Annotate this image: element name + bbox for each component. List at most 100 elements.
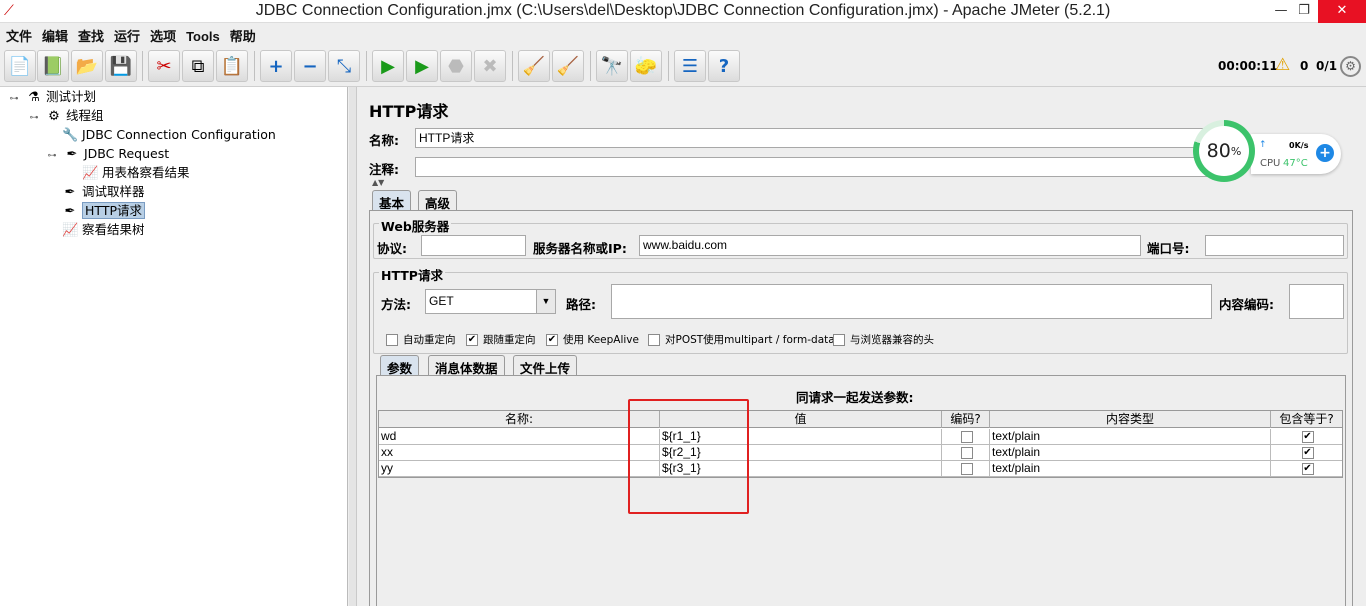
tree-node-http-request[interactable]: ✒ HTTP请求 [62, 202, 145, 220]
toggle-icon[interactable]: ⤡ [328, 50, 360, 82]
expand-icon[interactable]: + [260, 50, 292, 82]
cut-icon[interactable]: ✂ [148, 50, 180, 82]
checkbox-box[interactable] [833, 334, 845, 346]
cpu-temp: 47°C [1283, 158, 1308, 169]
start-icon[interactable]: ▶ [372, 50, 404, 82]
protocol-field[interactable] [421, 235, 526, 256]
encode-cell[interactable] [942, 461, 990, 477]
checkbox-box[interactable] [386, 334, 398, 346]
tree-node-test-plan[interactable]: ⊶ ⚗ 测试计划 [6, 88, 97, 106]
wrench-icon: 🔧 [62, 128, 79, 143]
follow-redirect-checkbox[interactable]: ✔ 跟随重定向 [466, 332, 536, 347]
encode-cell[interactable] [942, 445, 990, 461]
chevron-down-icon[interactable]: ▼ [536, 290, 555, 313]
tree-node-results-tree[interactable]: 📈 察看结果树 [62, 221, 145, 239]
encode-checkbox[interactable] [960, 446, 973, 459]
column-header-name[interactable]: 名称: [379, 411, 660, 428]
help-icon[interactable]: ? [708, 50, 740, 82]
menu-run[interactable]: 运行 [108, 23, 144, 45]
clear-all-icon[interactable]: 🧹 [552, 50, 584, 82]
include-equals-checkbox[interactable]: ✔ [1301, 446, 1314, 459]
menu-tools[interactable]: Tools [180, 26, 224, 44]
templates-icon[interactable]: 📗 [37, 50, 69, 82]
menu-search[interactable]: 查找 [72, 23, 108, 45]
pipette-icon: ✒ [64, 185, 76, 200]
collapse-arrows-icon[interactable]: ▲▼ [372, 178, 384, 187]
system-monitor-widget[interactable]: ↑ 0K/s CPU 47°C + 80% [1193, 120, 1341, 182]
keepalive-checkbox[interactable]: ✔ 使用 KeepAlive [546, 332, 639, 347]
tab-parameters[interactable]: 参数 [380, 355, 420, 376]
encode-cell[interactable] [942, 429, 990, 445]
multipart-checkbox[interactable]: 对POST使用multipart / form-data [648, 332, 835, 347]
name-label: 名称: [369, 133, 399, 148]
menu-file[interactable]: 文件 [0, 23, 36, 45]
function-helper-icon[interactable]: ☰ [674, 50, 706, 82]
close-button[interactable]: ✕ [1318, 0, 1366, 23]
checkbox-box[interactable] [648, 334, 660, 346]
menu-options[interactable]: 选项 [144, 23, 180, 45]
content-type-cell[interactable]: text/plain [990, 445, 1271, 461]
start-no-pauses-icon[interactable]: ▶ [406, 50, 438, 82]
tab-body-data[interactable]: 消息体数据 [428, 355, 505, 376]
table-row[interactable]: yy ${r3_1} text/plain ✔ [379, 461, 1342, 477]
paste-icon[interactable]: 📋 [216, 50, 248, 82]
monitor-pill: ↑ 0K/s CPU 47°C + [1251, 134, 1341, 174]
tree-node-table-results[interactable]: 📈 用表格察看结果 [82, 164, 190, 182]
include-equals-checkbox[interactable]: ✔ [1301, 462, 1314, 475]
boost-plus-icon[interactable]: + [1316, 144, 1334, 162]
auto-redirect-checkbox[interactable]: 自动重定向 [386, 332, 456, 347]
save-icon[interactable]: 💾 [105, 50, 137, 82]
menu-help[interactable]: 帮助 [224, 23, 260, 45]
upload-arrow-icon: ↑ [1259, 140, 1267, 150]
tab-files-upload[interactable]: 文件上传 [513, 355, 578, 376]
reset-search-icon[interactable]: 🧽 [630, 50, 662, 82]
browser-headers-checkbox[interactable]: 与浏览器兼容的头 [833, 332, 934, 347]
stop-icon[interactable]: ⬣ [440, 50, 472, 82]
open-icon[interactable]: 📂 [71, 50, 103, 82]
collapse-icon[interactable]: − [294, 50, 326, 82]
search-binoculars-icon[interactable]: 🔭 [596, 50, 628, 82]
remote-engine-icon[interactable]: ⚙ [1340, 56, 1361, 77]
content-type-cell[interactable]: text/plain [990, 429, 1271, 445]
tree-node-jdbc-request[interactable]: ⊶ ✒ JDBC Request [44, 145, 170, 163]
checkbox-box[interactable]: ✔ [546, 334, 558, 346]
include-equals-cell[interactable]: ✔ [1271, 445, 1342, 461]
shutdown-icon[interactable]: ✖ [474, 50, 506, 82]
column-header-encode[interactable]: 编码? [942, 411, 990, 428]
column-header-include-equals[interactable]: 包含等于? [1271, 411, 1342, 428]
encoding-field[interactable] [1289, 284, 1344, 319]
table-row[interactable]: xx ${r2_1} text/plain ✔ [379, 445, 1342, 461]
param-name-cell[interactable]: xx [379, 445, 660, 461]
warning-icon[interactable]: ⚠ [1275, 55, 1290, 75]
tree-node-jdbc-config[interactable]: 🔧 JDBC Connection Configuration [62, 126, 276, 144]
new-icon[interactable]: 📄 [4, 50, 36, 82]
method-select[interactable]: GET ▼ [425, 289, 556, 314]
include-equals-cell[interactable]: ✔ [1271, 461, 1342, 477]
tab-basic[interactable]: 基本 [372, 190, 412, 211]
include-equals-checkbox[interactable]: ✔ [1301, 430, 1314, 443]
param-name-cell[interactable]: yy [379, 461, 660, 477]
toolbar-separator [590, 51, 591, 81]
content-type-cell[interactable]: text/plain [990, 461, 1271, 477]
checkbox-box[interactable]: ✔ [466, 334, 478, 346]
include-equals-cell[interactable]: ✔ [1271, 429, 1342, 445]
window-title: JDBC Connection Configuration.jmx (C:\Us… [255, 2, 1111, 19]
split-divider[interactable] [349, 87, 357, 606]
port-field[interactable] [1205, 235, 1344, 256]
column-header-content-type[interactable]: 内容类型 [990, 411, 1271, 428]
server-field[interactable]: www.baidu.com [639, 235, 1141, 256]
encode-checkbox[interactable] [960, 430, 973, 443]
clear-icon[interactable]: 🧹 [518, 50, 550, 82]
tree-node-debug-sampler[interactable]: ✒ 调试取样器 [62, 183, 145, 201]
copy-icon[interactable]: ⧉ [182, 50, 214, 82]
path-field[interactable] [611, 284, 1212, 319]
comment-field[interactable] [415, 157, 1212, 177]
tree-node-thread-group[interactable]: ⊶ ⚙ 线程组 [26, 107, 104, 125]
table-row[interactable]: wd ${r1_1} text/plain ✔ [379, 429, 1342, 445]
menu-edit[interactable]: 编辑 [36, 23, 72, 45]
encode-checkbox[interactable] [960, 462, 973, 475]
tab-advanced[interactable]: 高级 [418, 190, 458, 211]
menu-bar: 文件 编辑 查找 运行 选项 Tools 帮助 [0, 23, 1366, 45]
name-field[interactable]: HTTP请求 [415, 128, 1212, 148]
param-name-cell[interactable]: wd [379, 429, 660, 445]
